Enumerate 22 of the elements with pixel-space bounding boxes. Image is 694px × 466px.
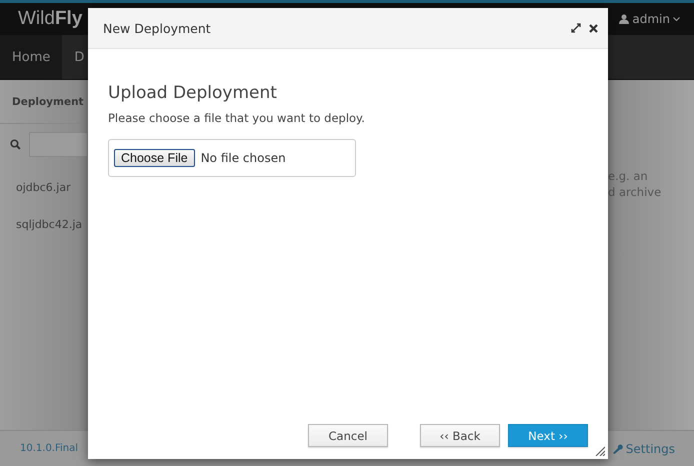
user-menu[interactable]: admin <box>619 12 680 26</box>
close-icon[interactable] <box>589 24 598 32</box>
dialog-title: New Deployment <box>103 20 211 36</box>
dialog-button[interactable]: ‹‹ Back <box>420 424 500 447</box>
logo: WildFly <box>18 8 82 30</box>
file-input[interactable]: Choose File No file chosen <box>108 139 356 177</box>
choose-file-button[interactable]: Choose File <box>114 149 195 167</box>
nav-tab[interactable]: Home <box>0 35 62 79</box>
description-text: e.g. an <box>608 168 649 184</box>
deployment-item[interactable]: sqljdbc42.ja <box>0 194 88 231</box>
chevron-down-icon <box>673 16 680 22</box>
deployment-item[interactable]: ojdbc6.jar <box>0 157 88 194</box>
file-status: No file chosen <box>200 151 286 165</box>
search-field[interactable] <box>28 132 88 157</box>
resize-grip-icon[interactable] <box>595 446 605 456</box>
search-icon <box>10 139 21 150</box>
instruction-text: Please choose a file that you want to deploy. <box>108 111 366 125</box>
next-button[interactable]: Next ›› <box>508 424 588 447</box>
user-icon <box>619 14 630 24</box>
section-heading: Upload Deployment <box>108 83 278 103</box>
dialog-button[interactable]: Cancel <box>308 424 388 447</box>
maximize-icon[interactable] <box>571 23 581 33</box>
